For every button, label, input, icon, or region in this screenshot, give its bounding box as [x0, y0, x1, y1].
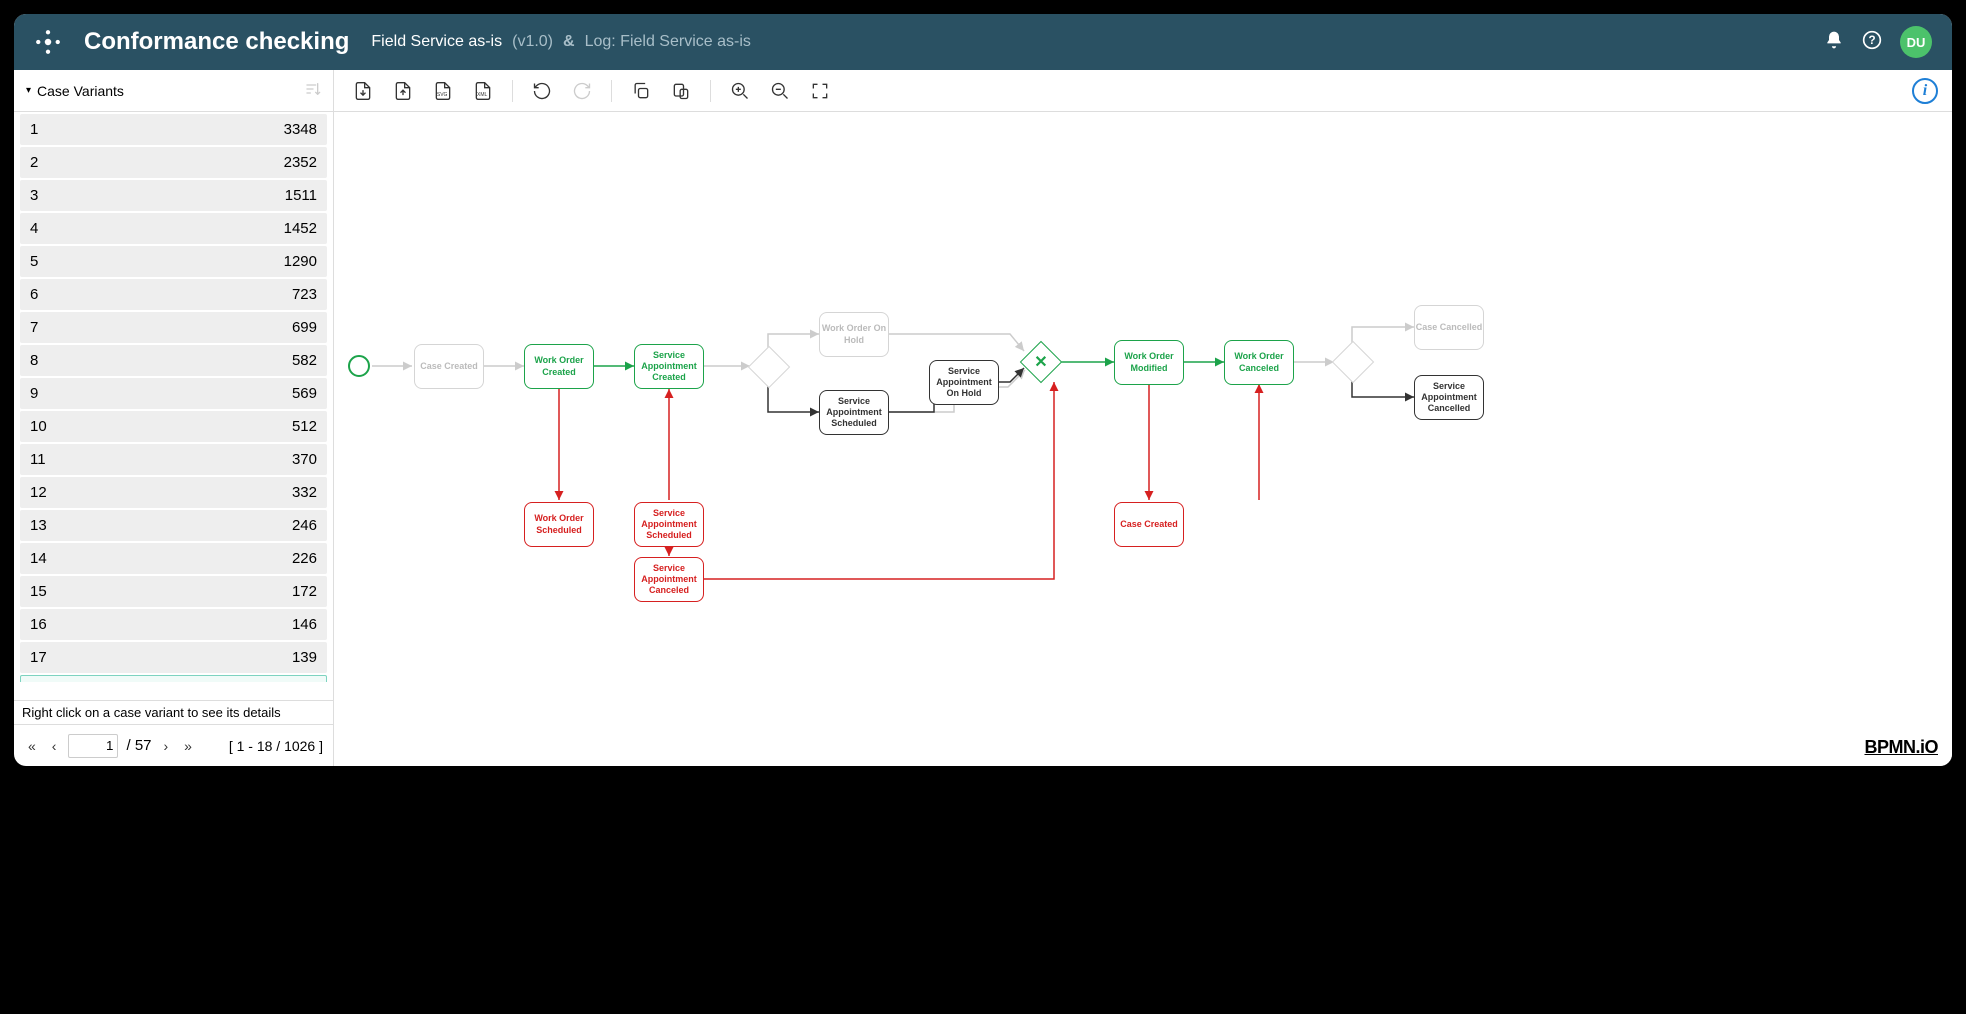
- first-page-button[interactable]: «: [24, 734, 40, 758]
- task-work-order-created[interactable]: Work Order Created: [524, 344, 594, 389]
- zoom-out-icon[interactable]: [765, 76, 795, 106]
- task-sa-onhold[interactable]: Service Appointment On Hold: [929, 360, 999, 405]
- bell-icon[interactable]: [1824, 30, 1844, 55]
- logo-icon: [34, 28, 62, 56]
- variant-row[interactable]: 14226: [20, 543, 327, 574]
- model-name: Field Service as-is: [371, 33, 502, 51]
- variant-row[interactable]: 7699: [20, 312, 327, 343]
- variant-row[interactable]: 9569: [20, 378, 327, 409]
- variant-row[interactable]: 17139: [20, 642, 327, 673]
- export-xml-icon[interactable]: XML: [468, 76, 498, 106]
- variant-row[interactable]: 10512: [20, 411, 327, 442]
- case-variants-panel: Case Variants 13348223523151141452512906…: [14, 70, 334, 766]
- undo-icon[interactable]: [527, 76, 557, 106]
- model-version: (v1.0): [512, 33, 553, 51]
- task-case-created[interactable]: Case Created: [414, 344, 484, 389]
- fullscreen-icon[interactable]: [805, 76, 835, 106]
- export-img-icon[interactable]: [388, 76, 418, 106]
- task-case-cancelled[interactable]: Case Cancelled: [1414, 305, 1484, 350]
- variant-row[interactable]: 12332: [20, 477, 327, 508]
- variant-row[interactable]: 11370: [20, 444, 327, 475]
- page-input[interactable]: [68, 734, 118, 758]
- pager: « ‹ / 57 › » [ 1 - 18 / 1026 ]: [14, 724, 333, 766]
- task-sa-scheduled[interactable]: Service Appointment Scheduled: [819, 390, 889, 435]
- page-range: [ 1 - 18 / 1026 ]: [229, 738, 323, 754]
- panel-title-toggle[interactable]: Case Variants: [26, 83, 124, 99]
- variant-row[interactable]: 22352: [20, 147, 327, 178]
- variant-row[interactable]: 13348: [20, 114, 327, 145]
- svg-text:?: ?: [1868, 34, 1875, 47]
- copy-icon[interactable]: [626, 76, 656, 106]
- task-sa-created[interactable]: Service Appointment Created: [634, 344, 704, 389]
- gateway-split-2[interactable]: [1332, 341, 1374, 383]
- variant-row[interactable]: 51290: [20, 246, 327, 277]
- bpmn-io-attribution: BPMN.iO: [1864, 737, 1938, 758]
- dev-case-created[interactable]: Case Created: [1114, 502, 1184, 547]
- app-title: Conformance checking: [84, 28, 349, 56]
- gateway-xor[interactable]: ✕: [1020, 341, 1062, 383]
- diagram-toolbar: SVG XML i: [334, 70, 1952, 112]
- variant-row[interactable]: 16146: [20, 609, 327, 640]
- sort-icon[interactable]: [305, 81, 321, 100]
- dev-sa-scheduled[interactable]: Service Appointment Scheduled: [634, 502, 704, 547]
- variant-row[interactable]: 18118: [20, 675, 327, 682]
- log-label: Log: Field Service as-is: [585, 33, 751, 51]
- app-header: Conformance checking Field Service as-is…: [14, 14, 1952, 70]
- last-page-button[interactable]: »: [180, 734, 196, 758]
- dev-wo-scheduled[interactable]: Work Order Scheduled: [524, 502, 594, 547]
- user-avatar[interactable]: DU: [1900, 26, 1932, 58]
- start-event[interactable]: [348, 355, 370, 377]
- paste-icon[interactable]: [666, 76, 696, 106]
- svg-text:SVG: SVG: [437, 92, 448, 98]
- variant-row[interactable]: 15172: [20, 576, 327, 607]
- prev-page-button[interactable]: ‹: [48, 734, 61, 758]
- task-wo-canceled[interactable]: Work Order Canceled: [1224, 340, 1294, 385]
- info-icon[interactable]: i: [1912, 78, 1938, 104]
- help-icon[interactable]: ?: [1862, 30, 1882, 55]
- dev-sa-canceled[interactable]: Service Appointment Canceled: [634, 557, 704, 602]
- export-svg-icon[interactable]: SVG: [428, 76, 458, 106]
- variant-row[interactable]: 8582: [20, 345, 327, 376]
- export-pdf-icon[interactable]: [348, 76, 378, 106]
- redo-icon[interactable]: [567, 76, 597, 106]
- hint-text: Right click on a case variant to see its…: [14, 700, 333, 724]
- variant-row[interactable]: 41452: [20, 213, 327, 244]
- svg-text:XML: XML: [477, 92, 488, 98]
- task-wo-onhold[interactable]: Work Order On Hold: [819, 312, 889, 357]
- next-page-button[interactable]: ›: [160, 734, 173, 758]
- breadcrumb: Field Service as-is (v1.0) & Log: Field …: [371, 33, 750, 51]
- zoom-in-icon[interactable]: [725, 76, 755, 106]
- variant-row[interactable]: 6723: [20, 279, 327, 310]
- bpmn-canvas[interactable]: Case Created Work Order Created Service …: [334, 112, 1952, 766]
- variant-row[interactable]: 13246: [20, 510, 327, 541]
- task-wo-modified[interactable]: Work Order Modified: [1114, 340, 1184, 385]
- variant-row[interactable]: 31511: [20, 180, 327, 211]
- gateway-split-1[interactable]: [748, 346, 790, 388]
- task-sa-cancelled[interactable]: Service Appointment Cancelled: [1414, 375, 1484, 420]
